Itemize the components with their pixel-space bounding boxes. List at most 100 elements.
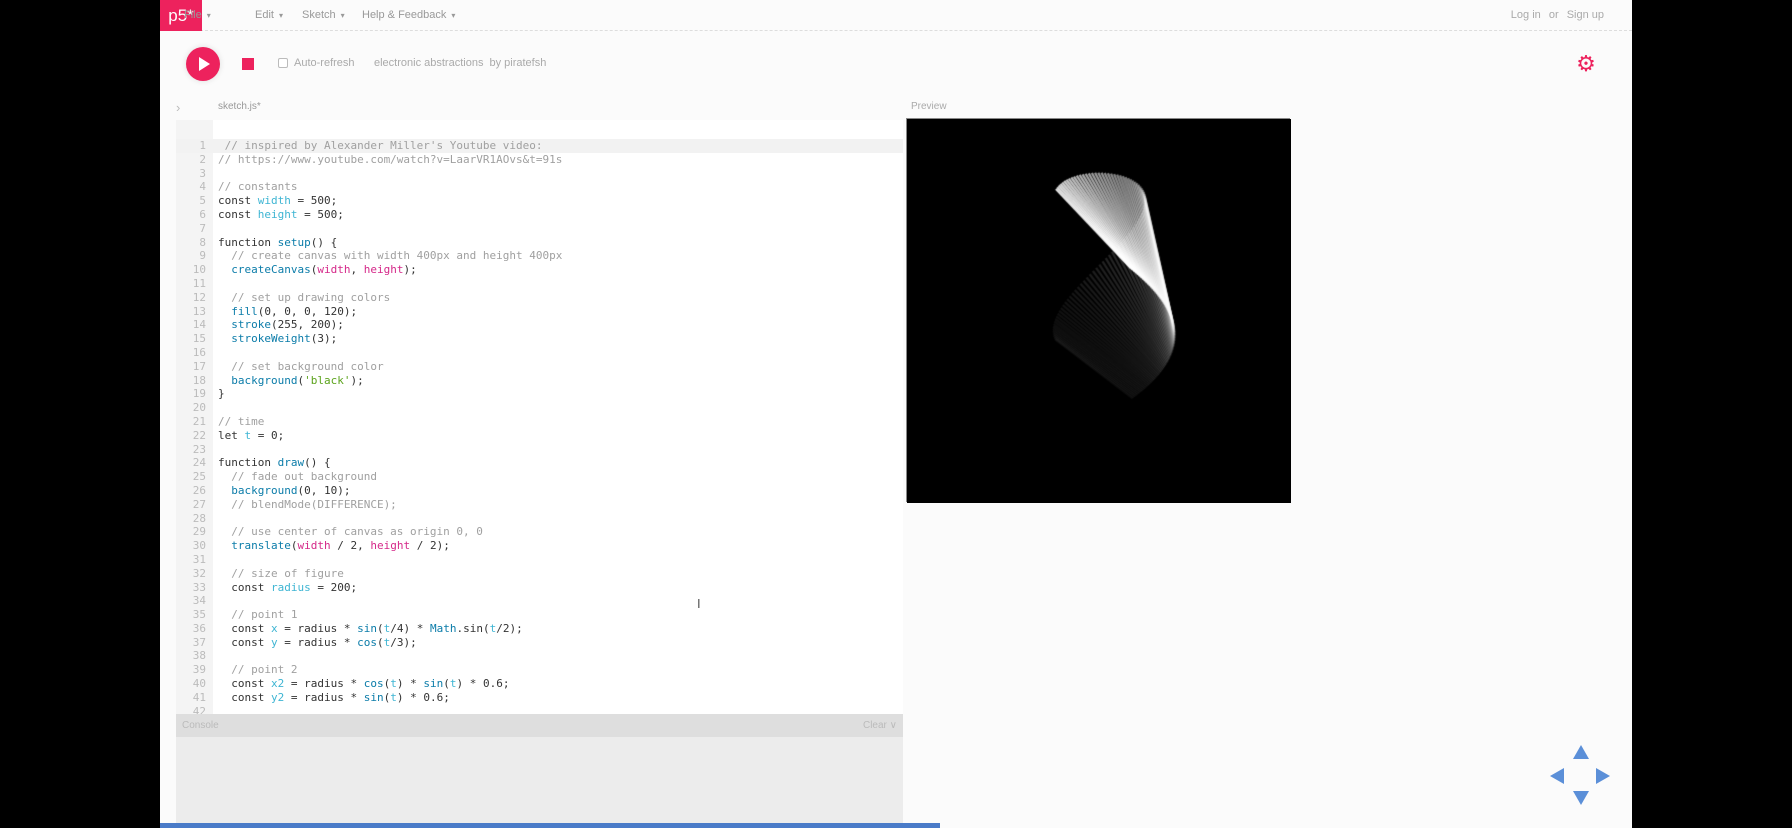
code-line[interactable]: 37 const y = radius * cos(t/3); xyxy=(176,636,903,650)
code-line[interactable]: 33 const radius = 200; xyxy=(176,581,903,595)
code-token: background xyxy=(218,373,298,387)
code-token: ) * 0.6; xyxy=(396,690,450,704)
preview-canvas[interactable] xyxy=(906,118,1291,503)
code-token: // set background color xyxy=(218,359,384,373)
line-text: // fade out background xyxy=(218,470,377,484)
console-header[interactable]: Console Clear ∨ xyxy=(176,714,903,737)
code-editor[interactable]: 1 // inspired by Alexander Miller's Yout… xyxy=(176,120,903,714)
code-line[interactable]: 4 // constants xyxy=(176,180,903,194)
clear-button[interactable]: Clear xyxy=(863,720,887,731)
stop-button[interactable] xyxy=(242,58,254,70)
code-line[interactable]: 32 // size of figure xyxy=(176,567,903,581)
code-line[interactable]: 23 xyxy=(176,443,903,457)
code-line[interactable]: 42 xyxy=(176,705,903,714)
code-line[interactable]: 13 fill(0, 0, 0, 120); xyxy=(176,305,903,319)
code-token: Math xyxy=(429,621,457,635)
code-line[interactable]: 28 xyxy=(176,512,903,526)
code-line[interactable]: 8 function setup() { xyxy=(176,236,903,250)
file-tab[interactable]: sketch.js* xyxy=(218,101,261,112)
code-line[interactable]: 40 const x2 = radius * cos(t) * sin(t) *… xyxy=(176,677,903,691)
line-text: const height = 500; xyxy=(218,208,344,222)
code-line[interactable]: 10 createCanvas(width, height); xyxy=(176,263,903,277)
line-number: 10 xyxy=(192,263,206,277)
menu-label: Edit xyxy=(255,9,274,21)
chevron-down-icon[interactable]: ∨ xyxy=(890,720,897,731)
code-token: /4) * xyxy=(390,621,430,635)
code-line[interactable]: 9 // create canvas with width 400px and … xyxy=(176,249,903,263)
line-number: 23 xyxy=(192,442,206,456)
code-token: ( xyxy=(443,677,450,691)
gear-icon[interactable]: ⚙ xyxy=(1573,51,1599,77)
code-token: function xyxy=(218,235,278,249)
code-line[interactable]: 21 // time xyxy=(176,415,903,429)
auth-links: Log in or Sign up xyxy=(1506,0,1604,31)
code-line[interactable]: 26 background(0, 10); xyxy=(176,484,903,498)
expand-sidebar-chevron-icon[interactable]: › xyxy=(176,100,180,115)
code-line[interactable]: 39 // point 2 xyxy=(176,663,903,677)
sketch-name[interactable]: electronic abstractions xyxy=(374,57,483,69)
auto-refresh-checkbox[interactable] xyxy=(278,58,288,68)
play-button[interactable] xyxy=(186,47,220,81)
line-text: let t = 0; xyxy=(218,429,284,443)
code-line[interactable]: 22 let t = 0; xyxy=(176,429,903,443)
code-line[interactable]: 20 xyxy=(176,401,903,415)
code-line[interactable]: 15 strokeWeight(3); xyxy=(176,332,903,346)
code-line[interactable]: 38 xyxy=(176,649,903,663)
code-line[interactable]: 7 xyxy=(176,222,903,236)
arrow-up-icon[interactable] xyxy=(1573,745,1589,759)
code-line[interactable]: 31 xyxy=(176,553,903,567)
code-line[interactable]: 24 function draw() { xyxy=(176,456,903,470)
code-token: // create canvas with width 400px and he… xyxy=(218,249,563,263)
line-number: 22 xyxy=(192,428,206,442)
code-line[interactable]: 5 const width = 500; xyxy=(176,194,903,208)
menu-sketch[interactable]: Sketch ▾ xyxy=(302,0,345,31)
line-number: 14 xyxy=(192,318,206,332)
code-token: height xyxy=(363,263,404,277)
code-line[interactable]: 6 const height = 500; xyxy=(176,208,903,222)
code-line[interactable]: 25 // fade out background xyxy=(176,470,903,484)
line-number: 8 xyxy=(199,235,206,249)
code-line[interactable]: 36 const x = radius * sin(t/4) * Math.si… xyxy=(176,622,903,636)
code-line[interactable]: 14 stroke(255, 200); xyxy=(176,318,903,332)
menu-file[interactable]: File ▾ xyxy=(184,0,211,31)
arrow-right-icon[interactable] xyxy=(1596,768,1610,784)
code-token: const xyxy=(218,194,258,208)
menu-help[interactable]: Help & Feedback ▾ xyxy=(362,0,455,31)
code-line[interactable]: 16 xyxy=(176,346,903,360)
arrow-down-icon[interactable] xyxy=(1573,791,1589,805)
code-line[interactable]: 27 // blendMode(DIFFERENCE); xyxy=(176,498,903,512)
code-token: sin xyxy=(363,690,384,704)
arrow-left-icon[interactable] xyxy=(1550,768,1564,784)
code-token: const xyxy=(218,635,271,649)
line-text: const y2 = radius * sin(t) * 0.6; xyxy=(218,691,450,705)
line-text: // use center of canvas as origin 0, 0 xyxy=(218,525,483,539)
line-text: // size of figure xyxy=(218,567,344,581)
code-token: const xyxy=(218,690,271,704)
line-number: 27 xyxy=(192,497,206,511)
line-number: 31 xyxy=(192,552,206,566)
code-line[interactable]: 11 xyxy=(176,277,903,291)
code-line[interactable]: 18 background('black'); xyxy=(176,374,903,388)
code-line[interactable]: 30 translate(width / 2, height / 2); xyxy=(176,539,903,553)
code-line[interactable]: 41 const y2 = radius * sin(t) * 0.6; xyxy=(176,691,903,705)
code-token: sin xyxy=(423,677,444,691)
code-line[interactable]: 35 // point 1 xyxy=(176,608,903,622)
menu-edit[interactable]: Edit ▾ xyxy=(255,0,283,31)
code-line[interactable]: 3 xyxy=(176,167,903,181)
code-line[interactable]: 17 // set background color xyxy=(176,360,903,374)
code-line[interactable]: 34 xyxy=(176,594,903,608)
code-line[interactable]: 12 // set up drawing colors xyxy=(176,291,903,305)
login-link[interactable]: Log in xyxy=(1511,9,1541,21)
auto-refresh-toggle[interactable]: Auto-refresh xyxy=(278,57,355,69)
code-token: background xyxy=(218,483,298,497)
code-token: // blendMode(DIFFERENCE); xyxy=(218,497,397,511)
code-token: = 200; xyxy=(310,580,358,594)
line-text: const radius = 200; xyxy=(218,581,357,595)
code-token: = 500; xyxy=(290,194,338,208)
signup-link[interactable]: Sign up xyxy=(1567,9,1604,21)
code-line[interactable]: 29 // use center of canvas as origin 0, … xyxy=(176,525,903,539)
line-text: // set background color xyxy=(218,359,384,374)
code-line[interactable]: 2 // https://www.youtube.com/watch?v=Laar… xyxy=(176,153,903,167)
code-line[interactable]: 1 // inspired by Alexander Miller's Yout… xyxy=(176,139,903,153)
code-line[interactable]: 19} xyxy=(176,387,903,401)
